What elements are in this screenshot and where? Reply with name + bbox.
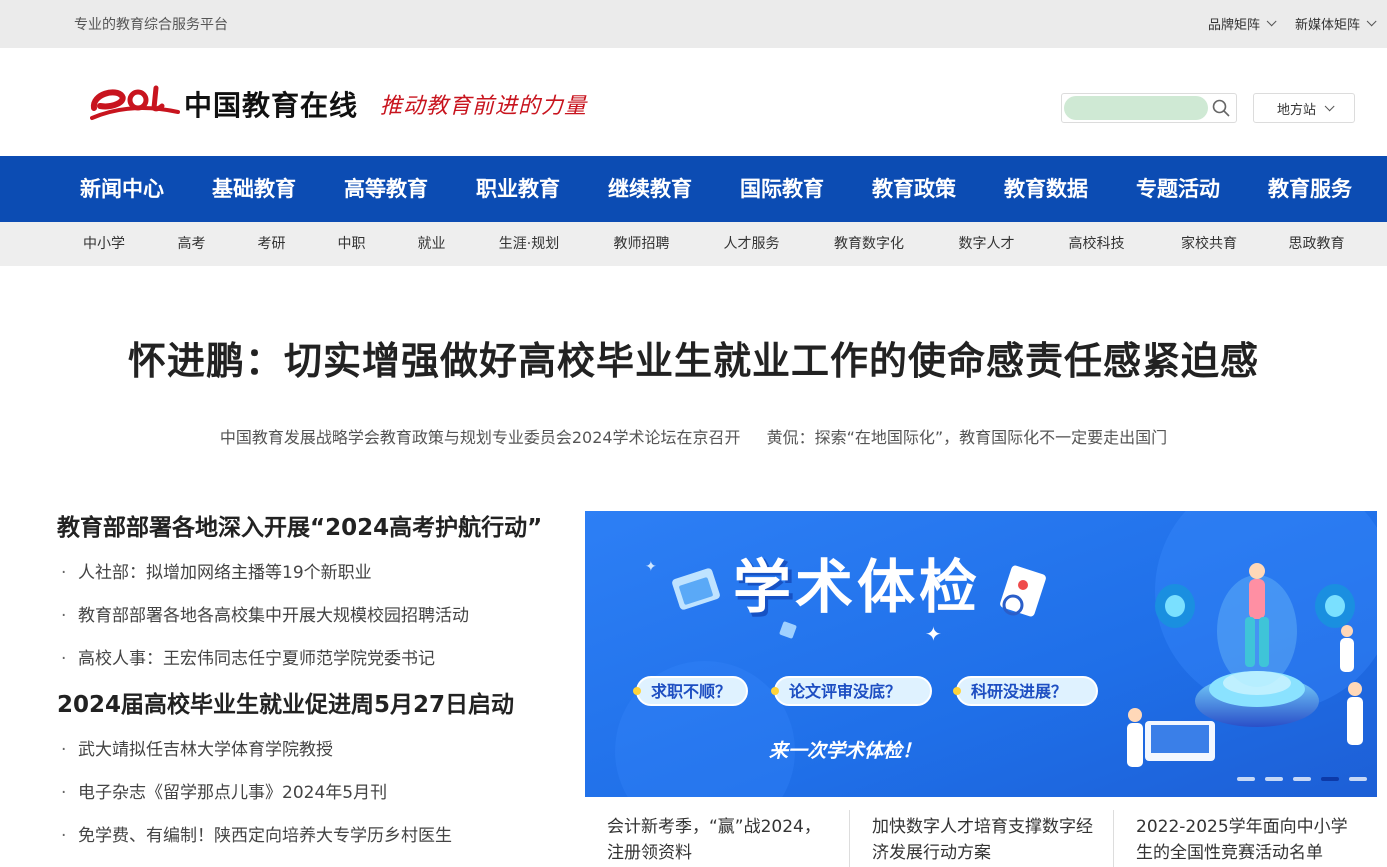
carousel-dot[interactable]	[1237, 777, 1255, 781]
carousel-dot[interactable]	[1349, 777, 1367, 781]
new-media-matrix-label: 新媒体矩阵	[1294, 18, 1360, 33]
news-group-title[interactable]: 2024届高校毕业生就业促进周5月27日启动	[57, 687, 577, 723]
brand-matrix-label: 品牌矩阵	[1207, 18, 1260, 33]
subnav-item[interactable]: 高考	[154, 222, 229, 266]
list-item[interactable]: 电子杂志《留学那点儿事》2024年5月刊	[57, 772, 577, 815]
sub-headlines: 中国教育发展战略学会教育政策与规划专业委员会2024学术论坛在京召开 黄侃：探索…	[0, 424, 1387, 448]
subnav-item[interactable]: 考研	[229, 222, 314, 266]
site-slogan: 专业的教育综合服务平台	[74, 17, 228, 33]
nav-item-special-events[interactable]: 专题活动	[1112, 156, 1244, 222]
top-links: 品牌矩阵 新媒体矩阵	[1207, 14, 1377, 33]
feature-cards: 会计新考季，“赢”战2024，注册领资料 加快数字人才培育支撑数字经济发展行动方…	[585, 810, 1377, 867]
nav-item-continuing-education[interactable]: 继续教育	[584, 156, 716, 222]
eol-logo-mark: eol	[90, 85, 180, 125]
site-logo[interactable]: eol 中国教育在线 推动教育前进的力量	[90, 82, 587, 126]
page-headline[interactable]: 怀进鹏：切实增强做好高校毕业生就业工作的使命感责任感紧迫感	[0, 330, 1387, 385]
sub-headline-link[interactable]: 黄侃：探索“在地国际化”，教育国际化不一定要走出国门	[767, 424, 1168, 448]
nav-item-education-services[interactable]: 教育服务	[1244, 156, 1376, 222]
brand-matrix-link[interactable]: 品牌矩阵	[1207, 14, 1277, 33]
subnav-item[interactable]: 人才服务	[699, 222, 804, 266]
carousel-dot[interactable]	[1321, 777, 1339, 781]
region-label: 地方站	[1276, 102, 1316, 118]
nav-item-basic-education[interactable]: 基础教育	[188, 156, 320, 222]
sub-headline-link[interactable]: 中国教育发展战略学会教育政策与规划专业委员会2024学术论坛在京召开	[220, 424, 741, 448]
nav-item-vocational-education[interactable]: 职业教育	[452, 156, 584, 222]
list-item[interactable]: 免学费、有编制！陕西定向培养大专学历乡村医生	[57, 815, 577, 858]
search-box	[1061, 93, 1237, 123]
subnav-item[interactable]: 中职	[314, 222, 389, 266]
chevron-down-icon	[1266, 16, 1277, 27]
site-name: 中国教育在线	[184, 89, 359, 122]
subnav-item[interactable]: 教育数字化	[804, 222, 934, 266]
header: eol 中国教育在线 推动教育前进的力量 地方站	[0, 48, 1387, 156]
news-group-title[interactable]: 教育部部署各地深入开展“2024高考护航行动”	[57, 510, 577, 546]
svg-text:✦: ✦	[645, 559, 657, 575]
feature-card[interactable]: 2022-2025学年面向中小学生的全国性竞赛活动名单	[1113, 810, 1377, 867]
subnav-item[interactable]: 教师招聘	[584, 222, 699, 266]
svg-text:科研没进展？: 科研没进展？	[971, 682, 1067, 701]
banner-title: 学术体检	[733, 553, 981, 621]
feature-card[interactable]: 加快数字人才培育支撑数字经济发展行动方案	[849, 810, 1113, 867]
news-group: 教育部部署各地深入开展“2024高考护航行动” 人社部：拟增加网络主播等19个新…	[57, 510, 577, 681]
nav-item-news[interactable]: 新闻中心	[56, 156, 188, 222]
nav-item-international-education[interactable]: 国际教育	[716, 156, 848, 222]
svg-text:求职不顺？: 求职不顺？	[651, 682, 731, 701]
banner-cta: 来一次学术体检！	[769, 740, 921, 762]
new-media-matrix-link[interactable]: 新媒体矩阵	[1294, 14, 1377, 33]
main-nav: 新闻中心 基础教育 高等教育 职业教育 继续教育 国际教育 教育政策 教育数据 …	[0, 156, 1387, 222]
subnav-item[interactable]: 生涯·规划	[474, 222, 584, 266]
svg-text:论文评审没底？: 论文评审没底？	[789, 682, 901, 701]
banner-tag: 求职不顺？	[633, 676, 748, 706]
banner-tag: 论文评审没底？	[771, 676, 932, 706]
region-selector[interactable]: 地方站	[1253, 93, 1355, 123]
news-group: 2024届高校毕业生就业促进周5月27日启动 武大靖拟任吉林大学体育学院教授 电…	[57, 687, 577, 858]
list-item[interactable]: 武大靖拟任吉林大学体育学院教授	[57, 729, 577, 772]
top-bar: 专业的教育综合服务平台 品牌矩阵 新媒体矩阵	[0, 0, 1387, 48]
nav-item-education-data[interactable]: 教育数据	[980, 156, 1112, 222]
carousel-dots	[1237, 777, 1367, 781]
list-item[interactable]: 教育部部署各地各高校集中开展大规模校园招聘活动	[57, 595, 577, 638]
svg-text:eol: eol	[136, 123, 138, 125]
search-input[interactable]	[1064, 96, 1208, 120]
subnav-item[interactable]: 中小学	[54, 222, 154, 266]
subnav-item[interactable]: 数字人才	[934, 222, 1039, 266]
list-item[interactable]: 高校人事：王宏伟同志任宁夏师范学院党委书记	[57, 638, 577, 681]
list-item[interactable]: 人社部：拟增加网络主播等19个新职业	[57, 552, 577, 595]
banner-tag: 科研没进展？	[953, 676, 1098, 706]
promo-banner[interactable]: 学 学术体检 ✦ ✦ 求职不顺？ 论文评审没底？ 科研没进展？ 来一次学术体检！	[585, 511, 1377, 797]
svg-text:✦: ✦	[925, 622, 942, 646]
feature-card[interactable]: 会计新考季，“赢”战2024，注册领资料	[585, 810, 849, 867]
nav-item-education-policy[interactable]: 教育政策	[848, 156, 980, 222]
banner-image: 学 学术体检 ✦ ✦ 求职不顺？ 论文评审没底？ 科研没进展？ 来一次学术体检！	[585, 511, 1377, 797]
subnav-item[interactable]: 就业	[389, 222, 474, 266]
chevron-down-icon	[1366, 16, 1377, 27]
subnav-item[interactable]: 高校科技	[1039, 222, 1154, 266]
news-list: 教育部部署各地深入开展“2024高考护航行动” 人社部：拟增加网络主播等19个新…	[57, 510, 577, 858]
sub-nav: 中小学 高考 考研 中职 就业 生涯·规划 教师招聘 人才服务 教育数字化 数字…	[0, 222, 1387, 266]
subnav-item[interactable]: 家校共育	[1154, 222, 1264, 266]
nav-item-higher-education[interactable]: 高等教育	[320, 156, 452, 222]
site-motto: 推动教育前进的力量	[380, 94, 588, 119]
carousel-dot[interactable]	[1293, 777, 1311, 781]
carousel-dot[interactable]	[1265, 777, 1283, 781]
chevron-down-icon	[1324, 100, 1335, 111]
search-icon[interactable]	[1212, 99, 1230, 117]
subnav-item[interactable]: 思政教育	[1264, 222, 1369, 266]
